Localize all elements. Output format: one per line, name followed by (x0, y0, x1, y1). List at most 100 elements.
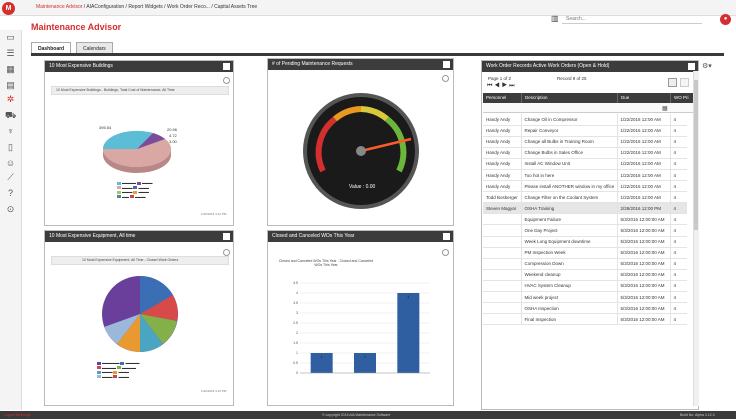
y-tick-label: 3 (296, 311, 298, 315)
widget-title-text: 10 Most Expensive Buildings (49, 63, 113, 69)
table-row[interactable]: Handy Andy Change Bulbs in Sales Office 1/… (483, 147, 687, 159)
table-row[interactable]: Handy Andy Install AC Window Unit 1/22/201… (483, 158, 687, 170)
scrollbar-thumb[interactable] (694, 80, 698, 230)
widget-title: Work Order Records Active Work Orders (O… (482, 61, 698, 72)
gear-icon[interactable]: ✲ (5, 94, 16, 105)
user-avatar[interactable]: ● (720, 14, 731, 25)
table-cell: Repair Conveyor (521, 125, 618, 137)
table-row[interactable]: Mid week project 5/3/2016 12:00:00 AM 4 (483, 291, 687, 304)
chart-title-bar: 10 Most Expensive Equipment, All Time - … (51, 256, 229, 265)
breadcrumb-item[interactable]: Work Order Reco... (167, 4, 210, 10)
equipment-pie-chart (102, 275, 178, 352)
table-cell: Change Bulbs in Sales Office (521, 147, 618, 159)
table-row[interactable]: Week Long Equipment downtime 5/3/2016 12:… (483, 236, 687, 248)
table-row[interactable]: OSHA Inspection 5/3/2016 12:00:00 AM 4 (483, 302, 687, 315)
table-cell: 4 (670, 291, 687, 304)
y-tick-label: 4 (296, 291, 298, 295)
pager-controls[interactable]: ⏮◀▶⏭ (487, 83, 517, 90)
table-row[interactable]: Todd Bosberger Change Filter on the Coola… (483, 191, 687, 204)
monitor-icon[interactable]: ▭ (5, 32, 16, 43)
table-row[interactable]: Compression Down 5/3/2016 12:00:00 AM 4 (483, 258, 687, 270)
maximize-icon[interactable] (688, 63, 695, 70)
footer: Logout Webpage © copyright 2016 AiA Main… (0, 411, 736, 419)
table-row[interactable]: Handy Andy Please install ANOTHER window … (483, 180, 687, 193)
table-cell: Final Inspection (521, 313, 618, 326)
table-row[interactable]: HVAC System Cleanup 5/3/2016 12:00:00 AM 4 (483, 280, 687, 293)
clipboard-icon[interactable]: ▯ (5, 142, 16, 153)
table-cell: 1/22/2016 12:00 AM (617, 114, 671, 126)
footer-build: Build No: Alpha 4.12.0 (680, 413, 715, 417)
y-tick-label: 1 (296, 351, 298, 355)
table-cell: Change Oil in Compressor (521, 114, 618, 126)
footer-left[interactable]: Logout Webpage (4, 411, 31, 419)
bar-data-label: 1 (321, 355, 323, 359)
column-header-priority[interactable]: WO Pri (670, 93, 693, 103)
app-logo[interactable]: M (2, 2, 15, 15)
barcode-icon[interactable]: ▥ (551, 14, 559, 23)
table-cell (483, 224, 522, 237)
record-info: Record 9 of 25 (557, 76, 587, 81)
table-row[interactable]: Weekend cleanup 5/3/2016 12:00:00 AM 4 (483, 269, 687, 281)
bar-data-label: 1 (364, 355, 366, 359)
maximize-icon[interactable] (443, 233, 450, 240)
table-row[interactable]: Handy Andy Change all Bulbs in Training R… (483, 136, 687, 148)
table-cell (483, 247, 522, 259)
chart-title: 10 Most Expensive Equipment, All Time - … (82, 258, 179, 262)
calendar-icon[interactable]: ▤ (5, 80, 16, 91)
chart-icon[interactable]: ⟋ (5, 172, 16, 183)
column-header-description[interactable]: Description (521, 93, 617, 103)
calendar-icon[interactable]: ▦ (662, 105, 668, 112)
print-icon[interactable] (442, 75, 449, 82)
gauge-hub (356, 146, 366, 156)
chart-title: 10 Most Expensive Buildings - Buildings,… (56, 88, 175, 92)
maximize-icon[interactable] (443, 61, 450, 68)
table-row[interactable]: One Day Project 5/3/2016 12:00:00 AM 4 (483, 224, 687, 237)
table-cell (483, 258, 522, 270)
table-cell: PM Inspection Week (521, 247, 618, 259)
table-cell: 1/22/2016 12:00 AM (617, 158, 671, 170)
print-icon[interactable] (668, 78, 677, 87)
help-icon[interactable]: ? (5, 188, 16, 199)
table-row[interactable]: Equipment Failure 5/3/2016 12:00:00 AM 4 (483, 213, 687, 226)
export-icon[interactable] (680, 78, 689, 87)
maximize-icon[interactable] (223, 63, 230, 70)
maximize-icon[interactable] (223, 233, 230, 240)
user-icon[interactable]: ☺ (5, 158, 16, 169)
footer-copyright: © copyright 2016 AiA Maintenance Softwar… (322, 413, 391, 417)
widget-title-text: Work Order Records Active Work Orders (O… (486, 63, 610, 69)
table-row[interactable]: Handy Andy Change Oil in Compressor 1/22/2… (483, 114, 687, 126)
table-cell: 5/3/2016 12:00:00 AM (617, 302, 671, 315)
print-icon[interactable] (223, 249, 230, 256)
table-row[interactable]: PM Inspection Week 5/3/2016 12:00:00 AM 4 (483, 247, 687, 259)
list-icon[interactable]: ☰ (5, 48, 16, 59)
breadcrumb-item[interactable]: Report Widgets (128, 4, 162, 10)
table-row[interactable]: Final Inspection 5/3/2016 12:00:00 AM 4 (483, 313, 687, 326)
table-row[interactable]: Steven Magyar OSHA Training 2/28/2016 12:0… (483, 202, 687, 215)
table-row[interactable]: Handy Andy Too hot in here 1/22/2016 12:00… (483, 169, 687, 182)
grid-icon[interactable]: ▦ (5, 64, 16, 75)
breadcrumb-item[interactable]: AIAConfiguration (86, 4, 124, 10)
column-header-due[interactable]: Due (617, 93, 670, 103)
search-input[interactable]: Search... (562, 14, 702, 24)
table-cell: 4 (670, 158, 687, 170)
table-row[interactable]: Handy Andy Repair Conveyor 1/22/2016 12:00… (483, 125, 687, 137)
network-icon[interactable]: ♆ (5, 126, 16, 137)
table-cell: 5/3/2016 12:00:00 AM (617, 280, 671, 293)
settings-icon[interactable]: ⊙ (5, 204, 16, 215)
print-icon[interactable] (223, 77, 230, 84)
bar[interactable] (397, 293, 420, 373)
settings-gear-icon[interactable]: ⚙▾ (702, 62, 712, 70)
print-icon[interactable] (442, 249, 449, 256)
breadcrumb-home[interactable]: Maintenance Advisor (36, 4, 82, 10)
table-cell: HVAC System Cleanup (521, 280, 618, 293)
table-cell: Handy Andy (483, 169, 522, 182)
table-cell: 5/3/2016 12:00:00 AM (617, 247, 671, 259)
widget-title: # of Pending Maintenance Requests (268, 59, 453, 70)
y-tick-label: 4.5 (293, 281, 298, 285)
table-cell: 4 (670, 280, 687, 293)
y-tick-label: 2.5 (293, 321, 298, 325)
truck-icon[interactable]: ⛟ (5, 110, 16, 121)
breadcrumb-item[interactable]: Capital Assets Tree (214, 4, 257, 10)
table-cell: Mid week project (521, 291, 618, 304)
column-header-personnel[interactable]: Personnel (483, 93, 521, 103)
